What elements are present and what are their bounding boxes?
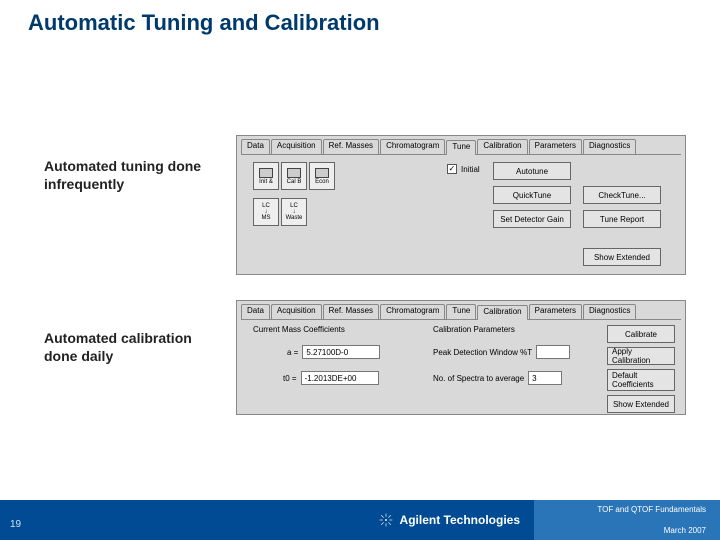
tool-calb-icon[interactable]: Cal B (281, 162, 307, 190)
tab-chromatogram[interactable]: Chromatogram (380, 304, 445, 319)
footer-line-2: March 2007 (664, 526, 706, 535)
tab-tune[interactable]: Tune (446, 304, 476, 319)
checktune-button[interactable]: CheckTune... (583, 186, 661, 204)
tab-diagnostics[interactable]: Diagnostics (583, 139, 636, 154)
footer-line-1: TOF and QTOF Fundamentals (597, 505, 706, 514)
caption-calibration: Automated calibration done daily (44, 330, 214, 365)
calibration-panel: Data Acquisition Ref. Masses Chromatogra… (236, 300, 686, 415)
default-coefficients-button[interactable]: Default Coefficients (607, 369, 675, 391)
calibrate-button[interactable]: Calibrate (607, 325, 675, 343)
quicktune-button[interactable]: QuickTune (493, 186, 571, 204)
tune-panel: Data Acquisition Ref. Masses Chromatogra… (236, 135, 686, 275)
caption-tuning: Automated tuning done infrequently (44, 158, 214, 193)
tab-parameters[interactable]: Parameters (529, 304, 582, 319)
tool-label: Cal B (287, 179, 302, 185)
tool-label-bottom: Waste (286, 215, 303, 221)
slide-title: Automatic Tuning and Calibration (28, 10, 380, 36)
t0-field[interactable]: -1.2013DE+00 (301, 371, 379, 385)
tab-ref-masses[interactable]: Ref. Masses (323, 139, 379, 154)
t0-label: t0 = (283, 374, 297, 383)
checkbox-label: Initial (461, 165, 480, 174)
right-section-header: Calibration Parameters (433, 325, 515, 334)
show-extended-button[interactable]: Show Extended (583, 248, 661, 266)
tune-report-button[interactable]: Tune Report (583, 210, 661, 228)
peak-window-label: Peak Detection Window %T (433, 348, 532, 357)
checkbox-icon: ✓ (447, 164, 457, 174)
calibration-tabbar: Data Acquisition Ref. Masses Chromatogra… (241, 304, 681, 320)
toolbar-row-1: Init & Cal B Econ (253, 162, 337, 190)
tool-label: Init & (259, 179, 273, 185)
tab-calibration[interactable]: Calibration (477, 305, 527, 320)
tab-acquisition[interactable]: Acquisition (271, 304, 322, 319)
peak-window-field[interactable] (536, 345, 570, 359)
set-detector-gain-button[interactable]: Set Detector Gain (493, 210, 571, 228)
tab-data[interactable]: Data (241, 139, 270, 154)
tab-data[interactable]: Data (241, 304, 270, 319)
tab-tune[interactable]: Tune (446, 140, 476, 155)
show-extended-button[interactable]: Show Extended (607, 395, 675, 413)
toolbar-row-2: LC ↓ MS LC ↓ Waste (253, 198, 309, 226)
initial-checkbox[interactable]: ✓ Initial (447, 164, 480, 174)
apply-calibration-button[interactable]: Apply Calibration (607, 347, 675, 365)
autotune-button[interactable]: Autotune (493, 162, 571, 180)
a-label: a = (287, 348, 298, 357)
spectra-avg-field[interactable]: 3 (528, 371, 562, 385)
spectra-avg-label: No. of Spectra to average (433, 374, 524, 383)
left-section-header: Current Mass Coefficients (253, 325, 345, 334)
a-field[interactable]: 5.27100D-0 (302, 345, 380, 359)
slide-footer: 19 Agilent Technologies TOF and QTOF Fun… (0, 500, 720, 540)
tool-init-icon[interactable]: Init & (253, 162, 279, 190)
tab-diagnostics[interactable]: Diagnostics (583, 304, 636, 319)
spark-icon (378, 512, 394, 528)
tab-acquisition[interactable]: Acquisition (271, 139, 322, 154)
tune-tabbar: Data Acquisition Ref. Masses Chromatogra… (241, 139, 681, 155)
brand-logo: Agilent Technologies (378, 500, 520, 540)
tab-ref-masses[interactable]: Ref. Masses (323, 304, 379, 319)
tool-lc-ms-icon[interactable]: LC ↓ MS (253, 198, 279, 226)
brand-text: Agilent Technologies (400, 513, 520, 527)
page-number: 19 (10, 519, 21, 530)
tool-econ-icon[interactable]: Econ (309, 162, 335, 190)
tab-chromatogram[interactable]: Chromatogram (380, 139, 445, 154)
tab-parameters[interactable]: Parameters (529, 139, 582, 154)
tab-calibration[interactable]: Calibration (477, 139, 527, 154)
tool-label-bottom: MS (262, 215, 271, 221)
tool-label: Econ (315, 179, 329, 185)
tool-lc-waste-icon[interactable]: LC ↓ Waste (281, 198, 307, 226)
